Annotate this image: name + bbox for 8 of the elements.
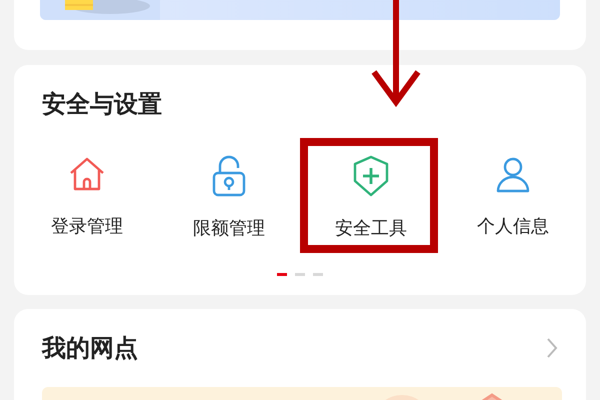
menu-item[interactable]: 个人信息 <box>442 151 584 241</box>
menu-item[interactable]: 限额管理 <box>158 151 300 241</box>
menu-item[interactable]: 安全工具 <box>300 151 442 241</box>
section-title: 我的网点 <box>42 333 138 364</box>
menu-item[interactable]: 登录管理 <box>16 151 158 241</box>
section-title: 安全与设置 <box>41 89 163 120</box>
shield-plus-icon <box>351 155 391 197</box>
chevron-right-icon[interactable] <box>546 337 558 359</box>
